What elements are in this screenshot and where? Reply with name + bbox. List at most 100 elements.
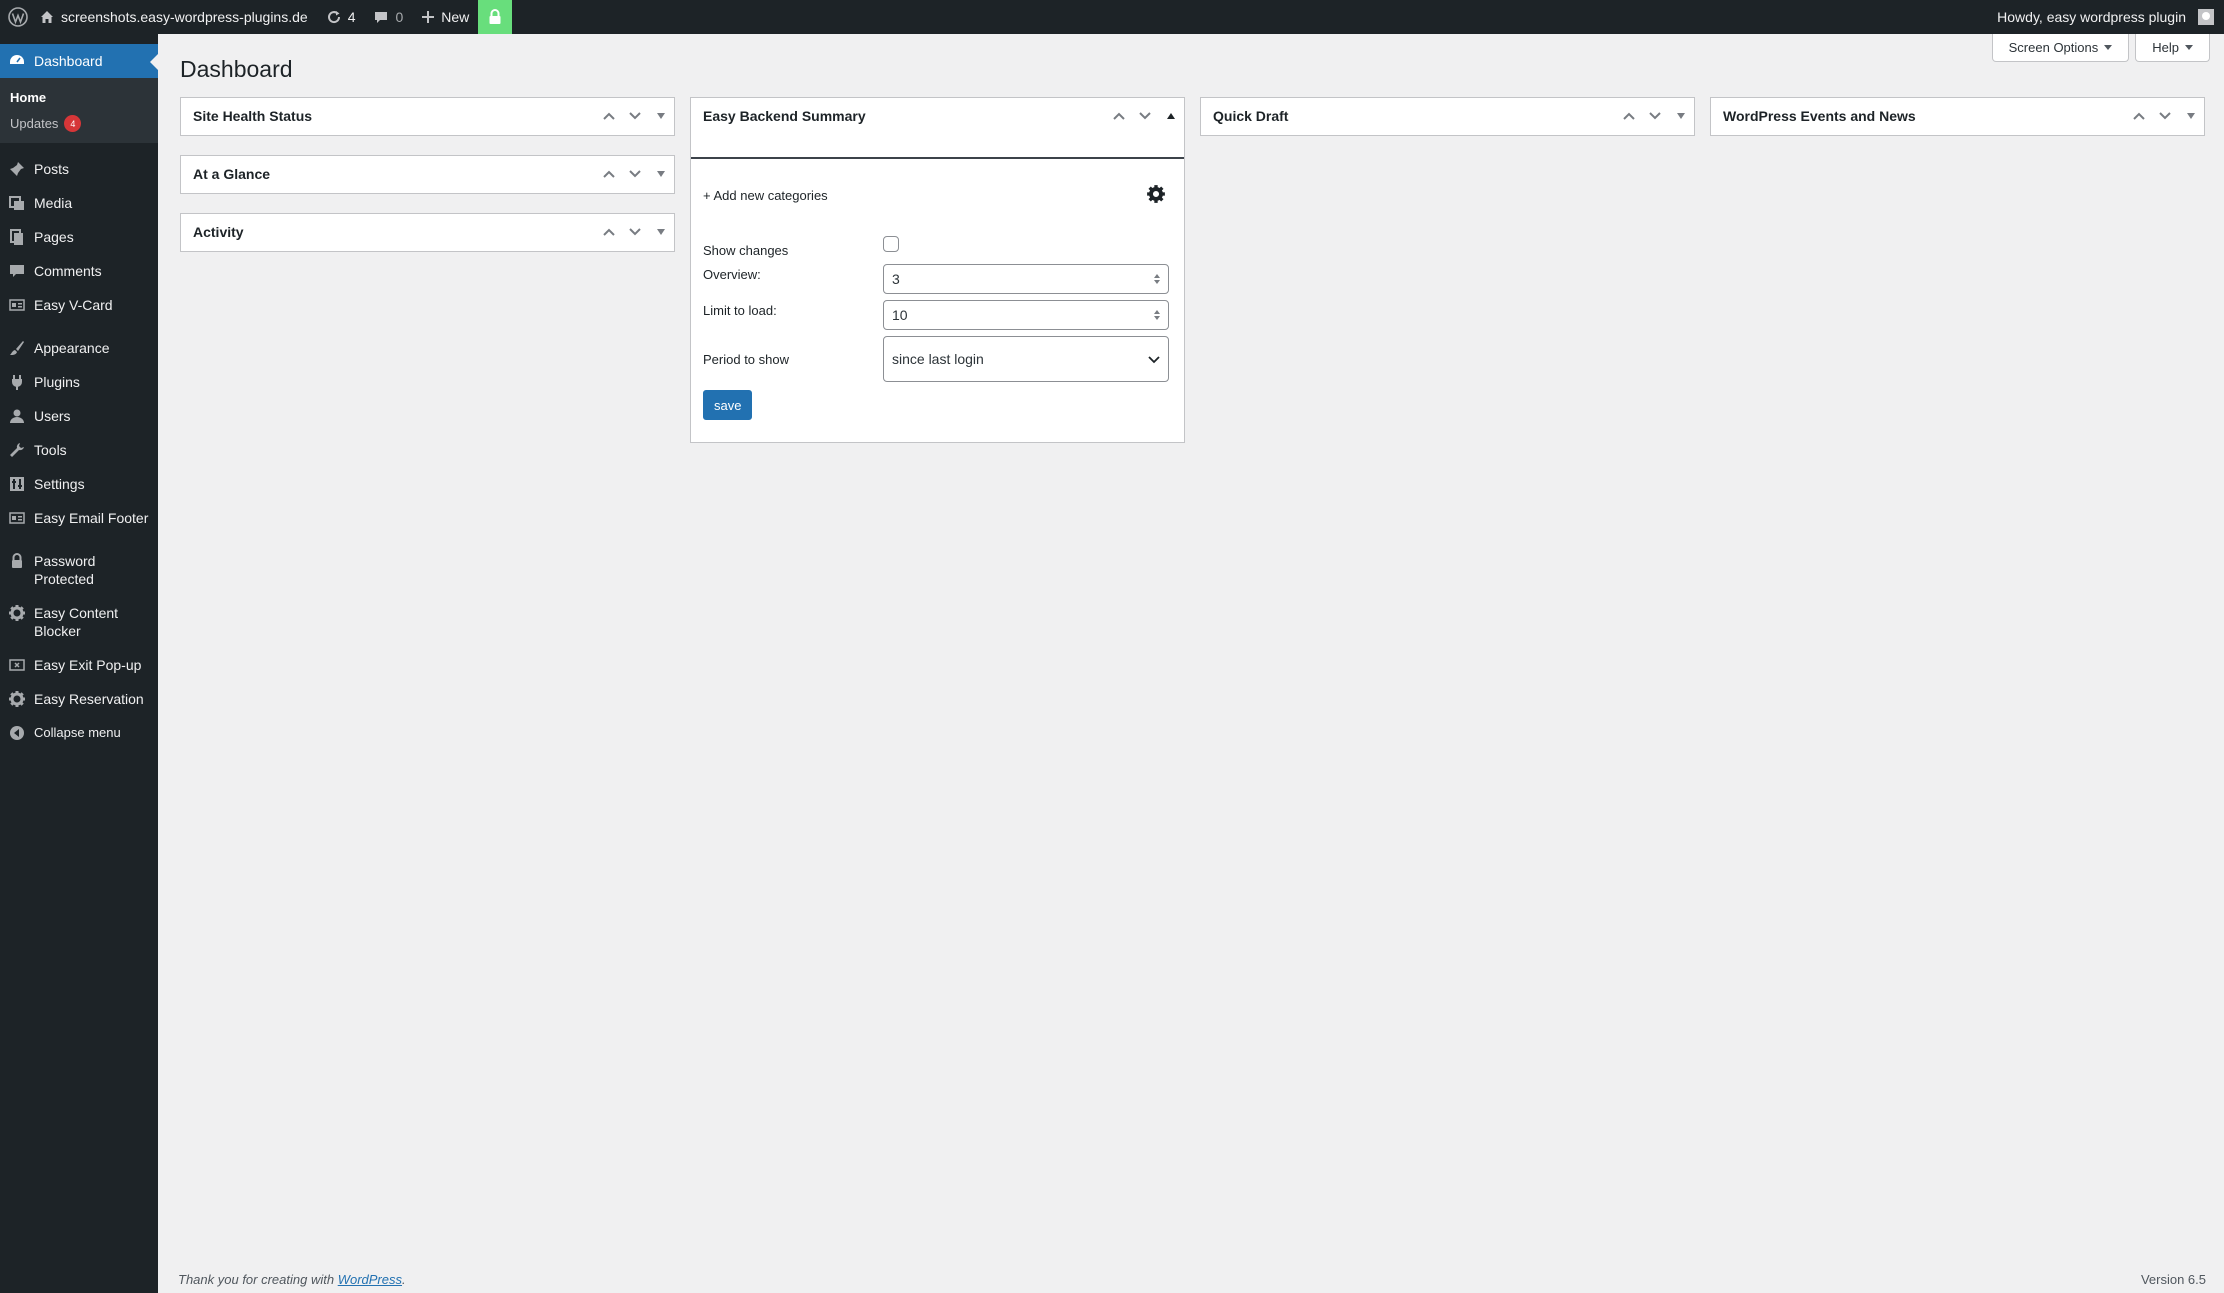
updates-link[interactable]: 4 — [317, 0, 365, 34]
toggle-panel-icon[interactable] — [648, 156, 674, 192]
move-down-icon[interactable] — [2152, 98, 2178, 134]
show-changes-label: Show changes — [703, 243, 789, 258]
toggle-panel-icon[interactable] — [648, 98, 674, 134]
my-account-link[interactable]: Howdy, easy wordpress plugin — [1988, 0, 2224, 34]
menu-easy-email-footer-label: Easy Email Footer — [34, 510, 149, 526]
id-card-icon — [8, 509, 26, 527]
help-label: Help — [2152, 39, 2179, 55]
period-to-show-select[interactable]: since last login — [883, 336, 1169, 382]
menu-easy-content-blocker[interactable]: Easy Content Blocker — [0, 596, 158, 648]
menu-pages[interactable]: Pages — [0, 220, 158, 254]
menu-pages-label: Pages — [34, 229, 74, 245]
menu-easy-reservation[interactable]: Easy Reservation — [0, 682, 158, 716]
menu-plugins[interactable]: Plugins — [0, 365, 158, 399]
wordpress-logo-icon[interactable] — [0, 0, 30, 34]
spinner-icon[interactable] — [1154, 310, 1160, 320]
lock-icon — [8, 552, 26, 570]
add-new-categories-link[interactable]: + Add new categories — [703, 188, 828, 203]
comments-count: 0 — [395, 9, 404, 25]
easy-backend-summary-widget: Easy Backend Summary + Add new categorie… — [690, 97, 1185, 443]
move-up-icon[interactable] — [2126, 98, 2152, 134]
menu-settings-label: Settings — [34, 476, 85, 492]
footer-thankyou: Thank you for creating with WordPress. — [178, 1272, 406, 1287]
menu-media[interactable]: Media — [0, 186, 158, 220]
menu-comments-label: Comments — [34, 263, 102, 279]
screen-options-button[interactable]: Screen Options — [1991, 34, 2130, 62]
dashboard-column-3: Quick Draft — [1200, 97, 1695, 155]
footer-version: Version 6.5 — [2140, 1272, 2206, 1287]
save-button[interactable]: save — [703, 390, 753, 420]
widget-title: Quick Draft — [1213, 108, 1289, 124]
settings-icon — [8, 475, 26, 493]
menu-dashboard[interactable]: Dashboard — [0, 44, 158, 78]
period-to-show-label: Period to show — [703, 351, 789, 367]
menu-dashboard-label: Dashboard — [34, 53, 103, 69]
users-icon — [8, 407, 26, 425]
dashboard-icon — [8, 52, 26, 70]
menu-easy-reservation-label: Easy Reservation — [34, 691, 144, 707]
new-content-link[interactable]: New — [412, 0, 478, 34]
spinner-icon[interactable] — [1154, 274, 1160, 284]
wrench-icon — [8, 441, 26, 459]
toggle-panel-icon[interactable] — [2178, 98, 2204, 134]
show-changes-checkbox[interactable] — [883, 235, 899, 252]
dashboard-column-4: WordPress Events and News — [1710, 97, 2205, 155]
caret-down-icon — [2185, 44, 2193, 50]
comments-link[interactable]: 0 — [364, 0, 412, 34]
menu-settings[interactable]: Settings — [0, 467, 158, 501]
menu-media-label: Media — [34, 195, 73, 211]
gear-icon — [8, 604, 26, 622]
password-protected-lock-icon[interactable] — [478, 0, 513, 34]
move-up-icon[interactable] — [596, 214, 622, 250]
move-down-icon[interactable] — [1132, 98, 1158, 134]
menu-appearance[interactable]: Appearance — [0, 331, 158, 365]
move-down-icon[interactable] — [622, 156, 648, 192]
site-name-link[interactable]: screenshots.easy-wordpress-plugins.de — [30, 0, 317, 34]
screen-options-label: Screen Options — [2008, 39, 2099, 55]
limit-value: 10 — [892, 307, 908, 323]
menu-users-label: Users — [34, 408, 71, 424]
menu-comments[interactable]: Comments — [0, 254, 158, 288]
menu-tools[interactable]: Tools — [0, 433, 158, 467]
move-up-icon[interactable] — [1616, 98, 1642, 134]
collapse-menu-button[interactable]: Collapse menu — [0, 716, 158, 750]
menu-password-protected[interactable]: Password Protected — [0, 544, 158, 596]
toggle-panel-icon[interactable] — [1668, 98, 1694, 134]
move-up-icon[interactable] — [596, 98, 622, 134]
popup-icon — [8, 656, 26, 674]
toggle-panel-icon[interactable] — [1158, 98, 1184, 134]
move-up-icon[interactable] — [596, 156, 622, 192]
main-content: Screen Options Help Dashboard Site Healt… — [158, 34, 2224, 1293]
gear-icon[interactable] — [1146, 184, 1166, 207]
menu-posts[interactable]: Posts — [0, 152, 158, 186]
widget-title: Activity — [193, 224, 244, 240]
menu-easy-exit-popup[interactable]: Easy Exit Pop-up — [0, 648, 158, 682]
submenu-updates[interactable]: Updates 4 — [0, 110, 158, 137]
at-a-glance-widget: At a Glance — [180, 155, 675, 194]
updates-count: 4 — [347, 9, 356, 25]
move-down-icon[interactable] — [1642, 98, 1668, 134]
brush-icon — [8, 339, 26, 357]
wordpress-link[interactable]: WordPress — [338, 1272, 402, 1287]
help-button[interactable]: Help — [2135, 34, 2210, 62]
menu-easy-v-card[interactable]: Easy V-Card — [0, 288, 158, 322]
widget-title: Site Health Status — [193, 108, 313, 124]
updates-badge: 4 — [64, 115, 82, 132]
move-up-icon[interactable] — [1106, 98, 1132, 134]
submenu-home[interactable]: Home — [0, 85, 158, 110]
overview-label: Overview: — [703, 266, 761, 282]
menu-easy-email-footer[interactable]: Easy Email Footer — [0, 501, 158, 535]
menu-posts-label: Posts — [34, 161, 70, 177]
id-card-icon — [8, 296, 26, 314]
category-tabs-bar — [691, 135, 1184, 159]
submenu-home-label: Home — [10, 90, 47, 105]
site-health-widget: Site Health Status — [180, 97, 675, 136]
limit-to-load-input[interactable]: 10 — [883, 300, 1169, 330]
menu-users[interactable]: Users — [0, 399, 158, 433]
overview-input[interactable]: 3 — [883, 264, 1169, 294]
toggle-panel-icon[interactable] — [648, 214, 674, 250]
move-down-icon[interactable] — [622, 98, 648, 134]
move-down-icon[interactable] — [622, 214, 648, 250]
pin-icon — [8, 160, 26, 178]
avatar — [2198, 9, 2214, 25]
